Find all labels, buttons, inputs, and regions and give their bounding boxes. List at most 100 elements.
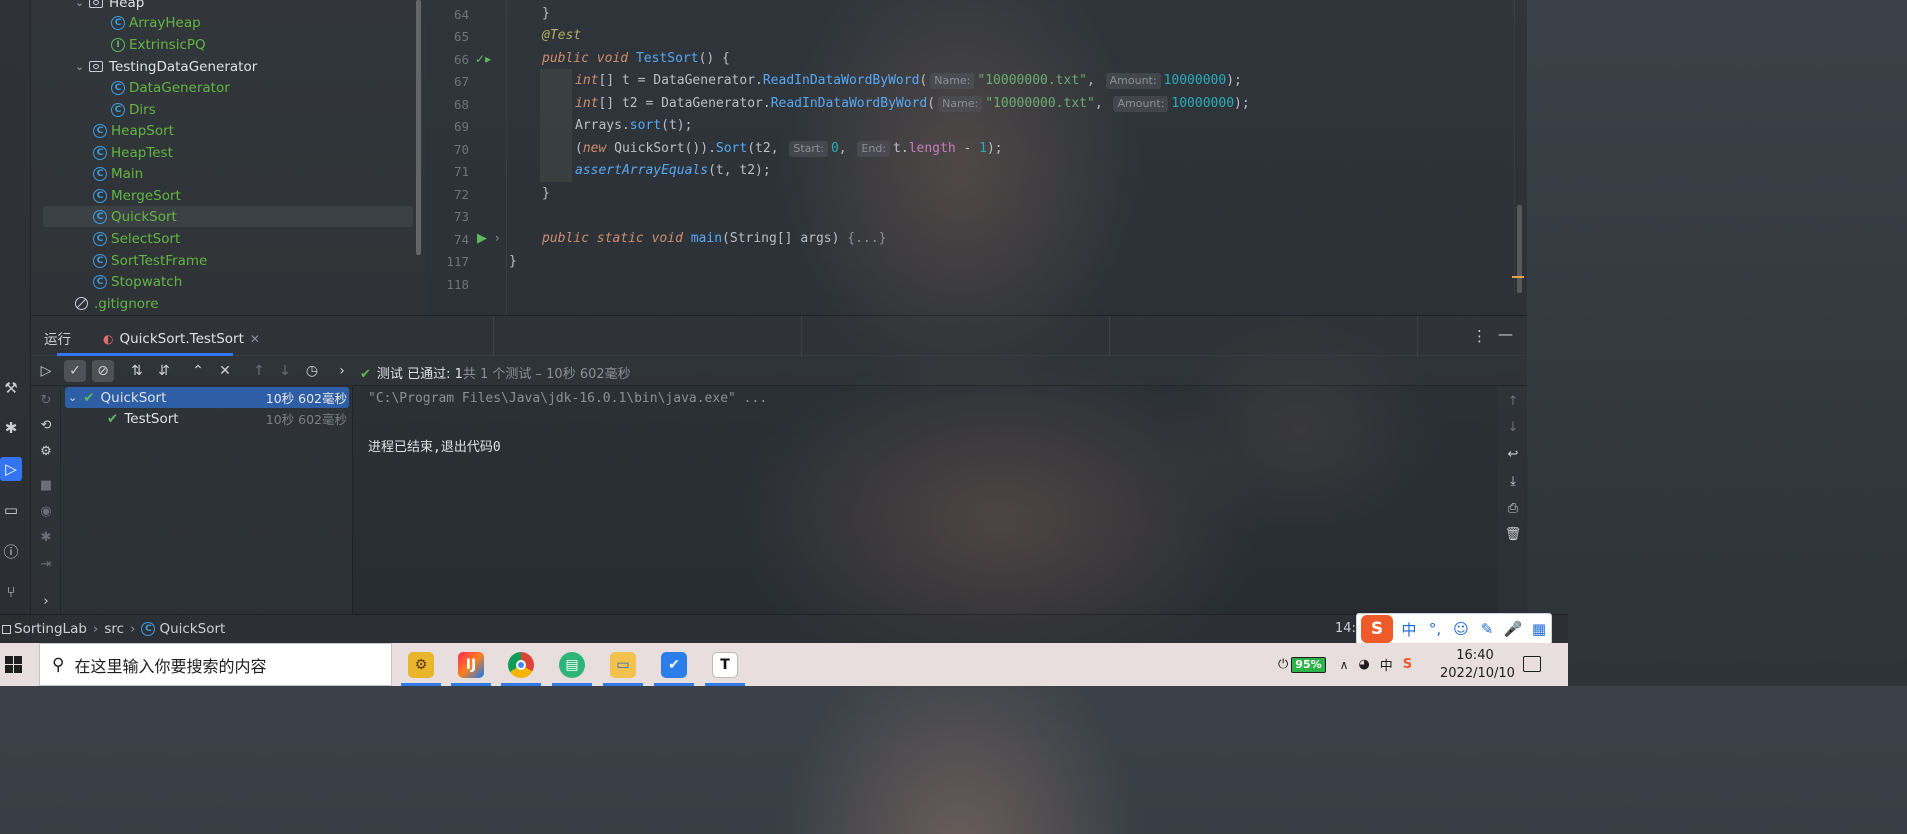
rerun-failed-icon[interactable]: ↻ (35, 389, 57, 411)
expand-chevron-icon[interactable]: › (35, 590, 57, 612)
exit-icon[interactable]: ⇥ (35, 553, 57, 575)
editor-scrollbar[interactable] (1514, 0, 1522, 295)
ime-toolbox-icon[interactable]: ▦ (1529, 620, 1549, 638)
taskbar-app-tool[interactable]: ⚙ (398, 643, 444, 686)
soft-wrap-icon[interactable]: ↩ (1502, 443, 1524, 465)
chevron-down-icon[interactable]: ⌄ (75, 60, 89, 73)
chevron-down-icon[interactable]: ⌄ (68, 391, 77, 404)
run-test-gutter-icon[interactable]: ✓▸ (475, 52, 491, 66)
tree-item-extrinsicpq[interactable]: I ExtrinsicPQ (111, 34, 206, 55)
tree-item-gitignore[interactable]: .gitignore (75, 293, 159, 314)
system-clock[interactable]: 16:40 2022/10/10 (1440, 647, 1515, 683)
tab-quicksort-testsort[interactable]: ◐ QuickSort.TestSort ✕ (93, 321, 270, 356)
stop-icon[interactable]: ■ (35, 474, 57, 496)
show-ignored-icon[interactable]: ⊘ (92, 360, 114, 382)
tree-item-testingdatagenerator[interactable]: ⌄ TestingDataGenerator (75, 56, 257, 77)
toggle-autotest-icon[interactable]: ⟲ (35, 414, 57, 436)
terminal-icon[interactable]: ▭ (0, 498, 22, 522)
breadcrumb-project[interactable]: SortingLab (2, 621, 87, 637)
tree-item-heaptest[interactable]: C HeapTest (93, 142, 173, 163)
tree-item-sorttestframe[interactable]: C SortTestFrame (93, 250, 207, 271)
tree-item-dirs[interactable]: C Dirs (111, 99, 156, 120)
print-icon[interactable]: ⎙ (1502, 497, 1524, 519)
tree-item-arrayheap[interactable]: C ArrayHeap (111, 12, 201, 33)
tree-item-stopwatch[interactable]: C Stopwatch (93, 271, 182, 292)
build-icon[interactable]: ⚒ (0, 376, 22, 400)
tree-item-quicksort[interactable]: C QuickSort (43, 206, 413, 227)
ime-tray-label[interactable]: 中 (1380, 655, 1393, 674)
breadcrumb-src[interactable]: src (104, 621, 124, 637)
editor-scroll-thumb[interactable] (1517, 205, 1522, 293)
chrome-icon (508, 651, 534, 678)
rerun-icon[interactable]: ▷ (35, 360, 57, 382)
project-scrollbar[interactable] (416, 0, 421, 255)
taskbar-app-typora[interactable]: T (702, 643, 748, 686)
test-row-testsort[interactable]: ✔ TestSort 10秒 602毫秒 (65, 408, 349, 429)
history-icon[interactable]: ◷ (301, 360, 323, 382)
ime-voice-icon[interactable]: 🎤 (1503, 620, 1523, 638)
windows-start-icon[interactable] (5, 656, 22, 673)
ime-chinese-mode[interactable]: 中 (1399, 619, 1419, 640)
tree-item-selectsort[interactable]: C SelectSort (93, 228, 180, 249)
sogou-tray-icon[interactable]: S (1403, 657, 1412, 672)
code-line-69: Arrays.sort(t); (575, 118, 693, 133)
close-icon[interactable]: ✕ (250, 332, 260, 346)
next-failed-icon[interactable]: ↓ (274, 360, 296, 382)
chevron-up-icon[interactable]: ∧ (1340, 658, 1349, 672)
running-indicator (552, 683, 592, 686)
run-tool-icon[interactable]: ▷ (0, 457, 22, 481)
console-output[interactable]: "C:\Program Files\Java\jdk-16.0.1\bin\ja… (353, 386, 1498, 614)
tree-item-main[interactable]: C Main (93, 163, 143, 184)
taskbar-app-chrome[interactable] (498, 643, 544, 686)
ime-handwrite-icon[interactable]: ✎ (1477, 620, 1497, 638)
ime-emoji-icon[interactable]: ☺ (1451, 620, 1471, 638)
sort-alpha-icon[interactable]: ⇅ (126, 360, 148, 382)
battery-indicator[interactable]: 95% (1291, 656, 1326, 673)
sogou-logo-icon[interactable]: S (1361, 615, 1393, 643)
scroll-up-icon[interactable]: ↑ (1502, 390, 1524, 412)
code-line-117: } (509, 254, 517, 269)
plug-icon[interactable]: ⏻ (1278, 657, 1288, 672)
chevron-right-icon[interactable]: › (331, 360, 353, 382)
taskbar-app-intellij[interactable]: IJ (448, 643, 494, 686)
collapse-all-icon[interactable]: ✕ (214, 360, 236, 382)
scroll-down-icon[interactable]: ↓ (1502, 416, 1524, 438)
line-number: 117 (446, 254, 469, 269)
breadcrumb-file[interactable]: C QuickSort (141, 621, 225, 637)
interface-icon: I (111, 37, 125, 52)
folded-region[interactable]: {...} (847, 231, 886, 246)
tree-item-heapsort[interactable]: C HeapSort (93, 120, 174, 141)
warning-marker[interactable] (1512, 276, 1524, 278)
qq-icon[interactable]: ◕ (1358, 657, 1369, 672)
fold-icon[interactable]: › (495, 231, 500, 245)
expand-all-icon[interactable]: ⌃ (187, 360, 209, 382)
code-editor[interactable]: 64 65 66 67 68 69 70 71 72 73 74 117 118… (425, 0, 1527, 315)
taskbar-app-notes[interactable]: ▤ (549, 643, 595, 686)
class-icon: C (111, 15, 125, 30)
chevron-down-icon[interactable]: ⌄ (75, 0, 89, 9)
tree-item-datagenerator[interactable]: C DataGenerator (111, 77, 230, 98)
scroll-to-end-icon[interactable]: ⤓ (1502, 470, 1524, 492)
trash-icon[interactable]: 🗑 (1502, 523, 1524, 545)
camera-icon[interactable]: ◉ (35, 500, 57, 522)
minimize-icon[interactable]: — (1498, 325, 1513, 343)
taskbar-app-vscode-like[interactable]: ✔ (651, 643, 697, 686)
class-icon: C (111, 80, 125, 95)
line-number: 69 (453, 119, 469, 134)
previous-failed-icon[interactable]: ↑ (248, 360, 270, 382)
show-passed-icon[interactable]: ✓ (64, 360, 86, 382)
git-icon[interactable]: ⑂ (0, 580, 22, 604)
run-main-gutter-icon[interactable]: ▶ (477, 231, 487, 246)
debug-small-icon[interactable]: ✱ (35, 526, 57, 548)
taskbar-app-explorer[interactable]: ▭ (600, 643, 646, 686)
sort-duration-icon[interactable]: ⇵ (153, 360, 175, 382)
problems-icon[interactable]: ⓘ (0, 539, 22, 563)
more-options-icon[interactable]: ⋮ (1472, 327, 1487, 345)
test-row-quicksort[interactable]: ⌄ ✔ QuickSort 10秒 602毫秒 (65, 387, 349, 408)
debug-icon[interactable]: ✱ (0, 416, 22, 440)
notification-icon[interactable] (1523, 656, 1541, 672)
tree-item-mergesort[interactable]: C MergeSort (93, 185, 181, 206)
settings-icon[interactable]: ⚙ (35, 440, 57, 462)
taskbar-search-input[interactable]: ⚲ 在这里输入你要搜索的内容 (39, 643, 392, 686)
ime-punctuation-icon[interactable]: °, (1425, 620, 1445, 638)
